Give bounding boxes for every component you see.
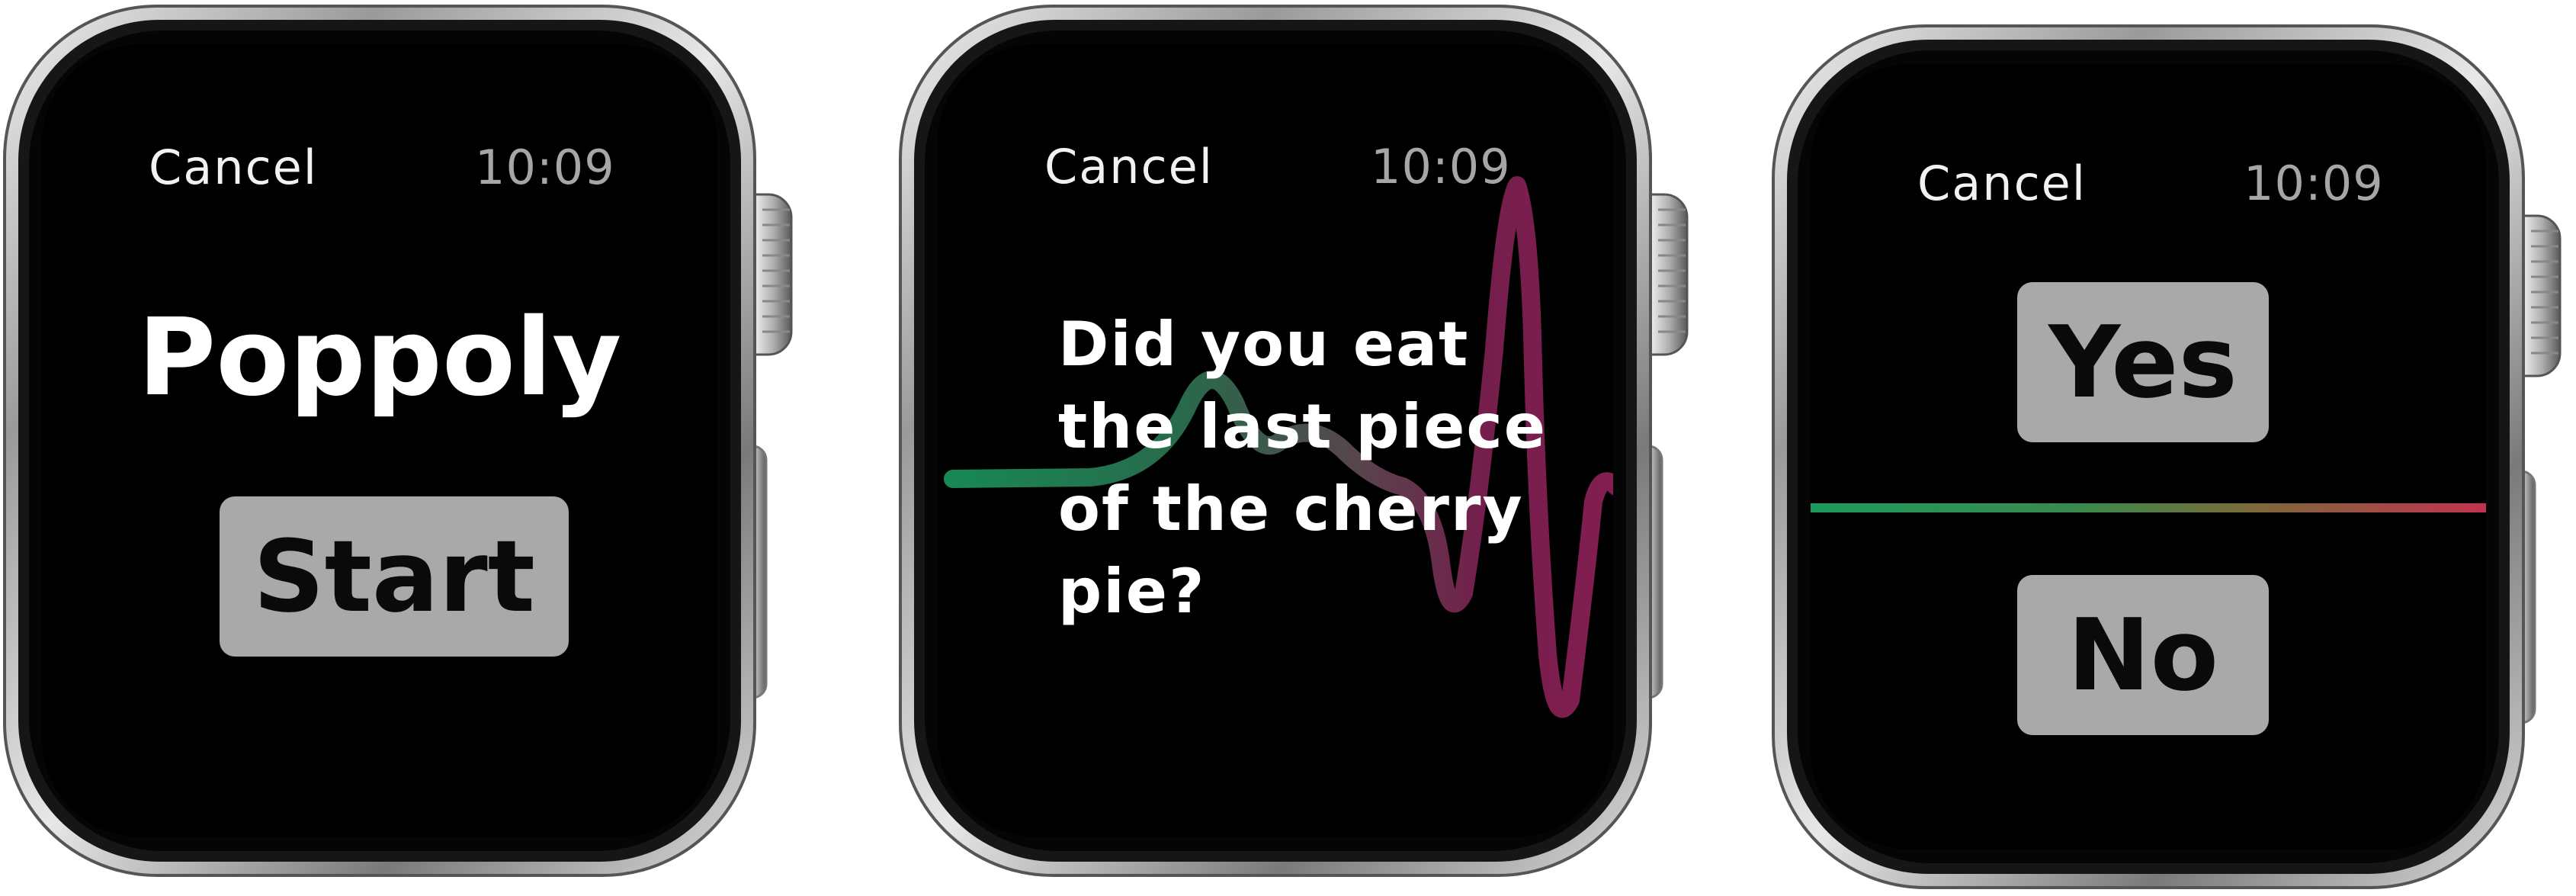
question-line: Did you eat	[1058, 309, 1470, 380]
question-line: of the cherry	[1058, 474, 1524, 544]
watch-2: Cancel 10:09 Did you eat the last piece …	[896, 0, 1715, 896]
yes-button-label: Yes	[2048, 304, 2238, 420]
status-bar: Cancel 10:09	[42, 44, 717, 195]
cancel-button[interactable]: Cancel	[149, 140, 318, 195]
status-time: 10:09	[2244, 156, 2384, 211]
status-time: 10:09	[475, 140, 615, 195]
start-button[interactable]: Start	[220, 496, 569, 657]
cancel-button[interactable]: Cancel	[1044, 139, 1214, 194]
watch-screen: Cancel 10:09 Did you eat the last piece …	[938, 44, 1613, 837]
question-text: Did you eat the last piece of the cherry…	[1058, 303, 1547, 633]
status-bar: Cancel 10:09	[938, 44, 1613, 194]
status-time: 10:09	[1371, 139, 1511, 194]
app-title: Poppoly	[137, 296, 622, 420]
status-bar: Cancel 10:09	[1811, 64, 2486, 211]
watch-screen: Cancel 10:09 Yes No	[1811, 64, 2486, 849]
question-line: pie?	[1058, 556, 1206, 627]
no-button-label: No	[2067, 597, 2219, 713]
divider-line	[1811, 503, 2486, 512]
watch-1: Cancel 10:09 Poppoly Start	[0, 0, 820, 896]
question-line: the last piece	[1058, 391, 1548, 462]
cancel-button[interactable]: Cancel	[1917, 156, 2087, 211]
no-button[interactable]: No	[2017, 575, 2269, 735]
watch-3: Cancel 10:09 Yes No	[1753, 21, 2573, 896]
start-button-label: Start	[253, 519, 535, 634]
yes-button[interactable]: Yes	[2017, 282, 2269, 442]
watch-screen: Cancel 10:09 Poppoly Start	[42, 44, 717, 837]
